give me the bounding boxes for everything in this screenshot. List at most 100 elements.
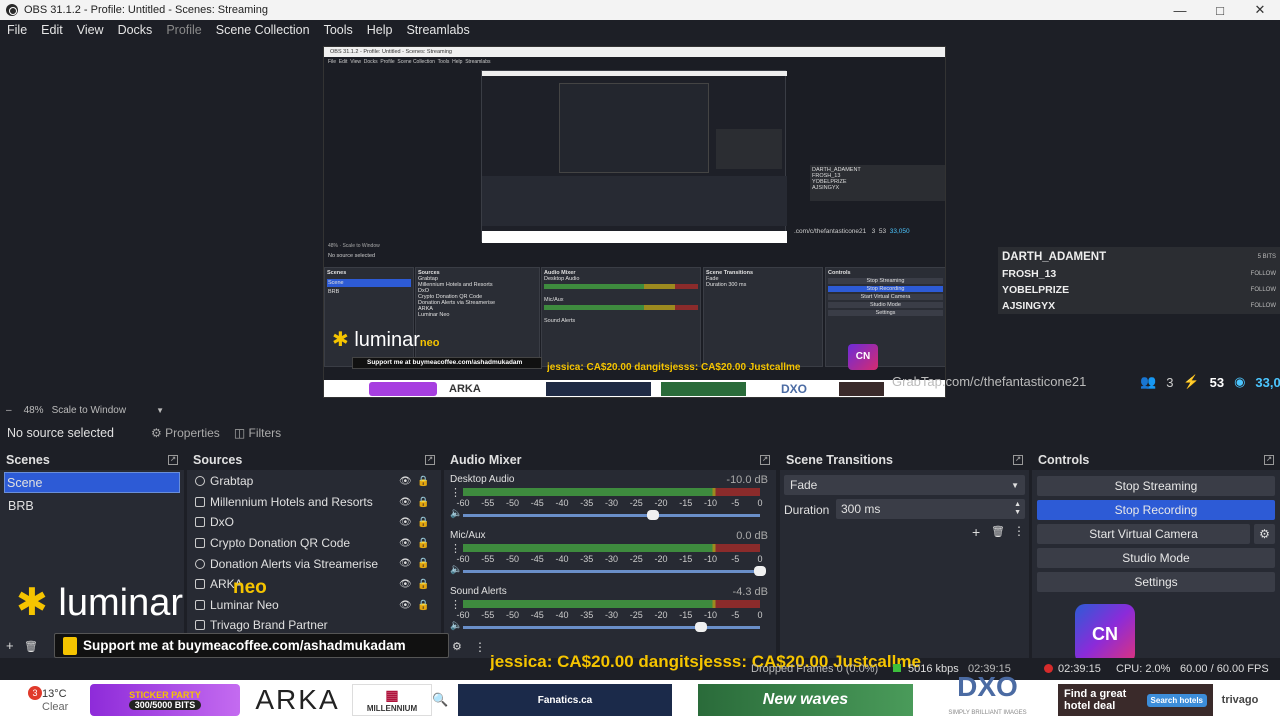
eye-icon[interactable]: 👁 <box>399 600 412 611</box>
speaker-icon[interactable]: 🔈 <box>450 508 462 519</box>
eye-icon[interactable]: 👁 <box>399 558 412 569</box>
dock-float-icon[interactable]: ↗ <box>760 455 770 465</box>
add-scene-icon[interactable]: + <box>6 638 14 653</box>
weather-temp: 13°C <box>42 688 67 700</box>
menu-streamlabs[interactable]: Streamlabs <box>399 23 476 37</box>
stop-recording-button[interactable]: Stop Recording <box>1037 500 1275 520</box>
status-bar: jessica: CA$20.00 dangitsjesss: CA$20.00… <box>0 652 1280 680</box>
start-virtual-camera-button[interactable]: Start Virtual Camera <box>1037 524 1250 544</box>
lock-icon[interactable]: 🔒 <box>417 558 429 569</box>
menu-view[interactable]: View <box>70 23 111 37</box>
studio-mode-button[interactable]: Studio Mode <box>1037 548 1275 568</box>
zoom-level[interactable]: 48% <box>24 405 44 416</box>
audio-mixer-dock: Audio Mixer ↗ Desktop Audio -10.0 dB ⋮ -6… <box>444 450 776 658</box>
properties-button[interactable]: ⚙ Properties <box>151 426 220 440</box>
source-item[interactable]: Luminar Neo 👁 🔒 <box>187 595 441 616</box>
scale-dropdown-icon[interactable]: ▼ <box>156 406 164 415</box>
eye-icon[interactable]: 👁 <box>399 517 412 528</box>
tick-label: -5 <box>731 554 740 564</box>
duration-input[interactable]: 300 ms ▲ ▼ <box>836 499 1025 519</box>
volume-slider[interactable] <box>463 566 766 576</box>
dxo-ad: DXO SIMPLY BRILLIANT IMAGES <box>948 671 1027 717</box>
channel-db: -4.3 dB <box>732 586 768 598</box>
dock-float-icon[interactable]: ↗ <box>425 455 435 465</box>
source-item[interactable]: Crypto Donation QR Code 👁 🔒 <box>187 533 441 554</box>
eye-icon[interactable]: 👁 <box>399 579 412 590</box>
virtual-camera-settings-icon[interactable]: ⚙ <box>1254 524 1275 544</box>
tick-label: -60 <box>456 498 470 508</box>
source-item[interactable]: DxO 👁 🔒 <box>187 512 441 533</box>
minimize-icon[interactable]: — <box>1160 0 1200 20</box>
eye-icon[interactable]: 👁 <box>399 476 412 487</box>
mixer-more-icon[interactable]: ⋮ <box>474 640 486 654</box>
lock-icon[interactable]: 🔒 <box>417 497 429 508</box>
source-item[interactable]: ARKA 👁 🔒 <box>187 574 441 595</box>
dock-float-icon[interactable]: ↗ <box>1264 455 1274 465</box>
volume-slider[interactable] <box>463 622 760 632</box>
close-icon[interactable]: ✕ <box>1240 0 1280 20</box>
channel-name: Desktop Audio <box>450 474 515 485</box>
inner-scenes: Scenes Scene BRB <box>324 267 414 367</box>
bolt-icon: ⚡ <box>1183 374 1200 389</box>
source-item[interactable]: Grabtap 👁 🔒 <box>187 471 441 492</box>
sticker-party-label: STICKER PARTY <box>129 690 201 700</box>
inner-controls: Controls Stop Streaming Stop Recording S… <box>825 267 945 367</box>
lock-icon[interactable]: 🔒 <box>417 600 429 611</box>
dock-float-icon[interactable]: ↗ <box>168 455 178 465</box>
tick-label: 0 <box>757 554 763 564</box>
scene-item-scene[interactable]: Scene <box>4 472 180 493</box>
source-item[interactable]: Donation Alerts via Streamerise 👁 🔒 <box>187 553 441 574</box>
chat-row: YOBELPRIZE FOLLOW <box>998 282 1280 298</box>
trash-icon[interactable]: 🗑 <box>991 525 1005 538</box>
slider-knob[interactable] <box>754 566 766 576</box>
tick-label: -20 <box>654 610 668 620</box>
browser-source-icon <box>195 476 205 487</box>
scene-item-brb[interactable]: BRB <box>0 495 184 516</box>
speaker-icon[interactable]: 🔈 <box>450 564 462 575</box>
speaker-icon[interactable]: 🔈 <box>450 620 462 631</box>
menu-help[interactable]: Help <box>360 23 400 37</box>
tick-label: -15 <box>679 610 693 620</box>
menu-bar: File Edit View Docks Profile Scene Colle… <box>0 20 1280 40</box>
menu-profile[interactable]: Profile <box>159 23 208 37</box>
filters-button[interactable]: ◫ Filters <box>234 426 281 440</box>
lock-icon[interactable]: 🔒 <box>417 517 429 528</box>
menu-scene-collection[interactable]: Scene Collection <box>209 23 317 37</box>
eye-icon[interactable]: 👁 <box>399 497 412 508</box>
source-item[interactable]: Millennium Hotels and Resorts 👁 🔒 <box>187 492 441 513</box>
zoom-minus-icon[interactable]: – <box>6 405 12 416</box>
slider-knob[interactable] <box>694 622 707 632</box>
menu-docks[interactable]: Docks <box>111 23 160 37</box>
scale-mode[interactable]: Scale to Window <box>52 405 126 416</box>
menu-edit[interactable]: Edit <box>34 23 70 37</box>
lock-icon[interactable]: 🔒 <box>417 579 429 590</box>
channel-name: Sound Alerts <box>450 586 507 597</box>
spinner-icon[interactable]: ▲ ▼ <box>1014 501 1021 517</box>
stop-streaming-button[interactable]: Stop Streaming <box>1037 476 1275 496</box>
transition-select[interactable]: Fade ▼ <box>784 475 1025 495</box>
mixer-settings-icon[interactable]: ⚙ <box>452 640 462 653</box>
eye-icon[interactable]: 👁 <box>399 538 412 549</box>
add-transition-icon[interactable]: + <box>972 524 980 540</box>
channel-db: 0.0 dB <box>736 530 768 542</box>
more-icon[interactable]: ⋮ <box>1013 524 1025 538</box>
settings-button[interactable]: Settings <box>1037 572 1275 592</box>
viewers-count: 3 <box>1166 374 1174 390</box>
weather-desc: Clear <box>42 701 69 713</box>
obs-logo-icon <box>6 4 18 16</box>
lock-icon[interactable]: 🔒 <box>417 538 429 549</box>
lock-icon[interactable]: 🔒 <box>417 476 429 487</box>
maximize-icon[interactable]: □ <box>1200 0 1240 20</box>
menu-file[interactable]: File <box>0 23 34 37</box>
menu-tools[interactable]: Tools <box>317 23 360 37</box>
grabtap-url: GrabTap.com/c/thefantasticone21 <box>892 374 1087 389</box>
slider-knob[interactable] <box>647 510 660 520</box>
inner-support: Support me at buymeacoffee.com/ashadmuka… <box>352 357 542 369</box>
remove-scene-icon[interactable]: 🗑 <box>24 640 38 653</box>
dock-float-icon[interactable]: ↗ <box>1013 455 1023 465</box>
channel-db: -10.0 dB <box>726 474 768 486</box>
preview-canvas[interactable]: OBS 31.1.2 - Profile: Untitled - Scenes:… <box>323 46 946 398</box>
volume-slider[interactable] <box>463 510 760 520</box>
fps: 60.00 / 60.00 FPS <box>1180 663 1269 675</box>
tick-label: -45 <box>530 498 544 508</box>
